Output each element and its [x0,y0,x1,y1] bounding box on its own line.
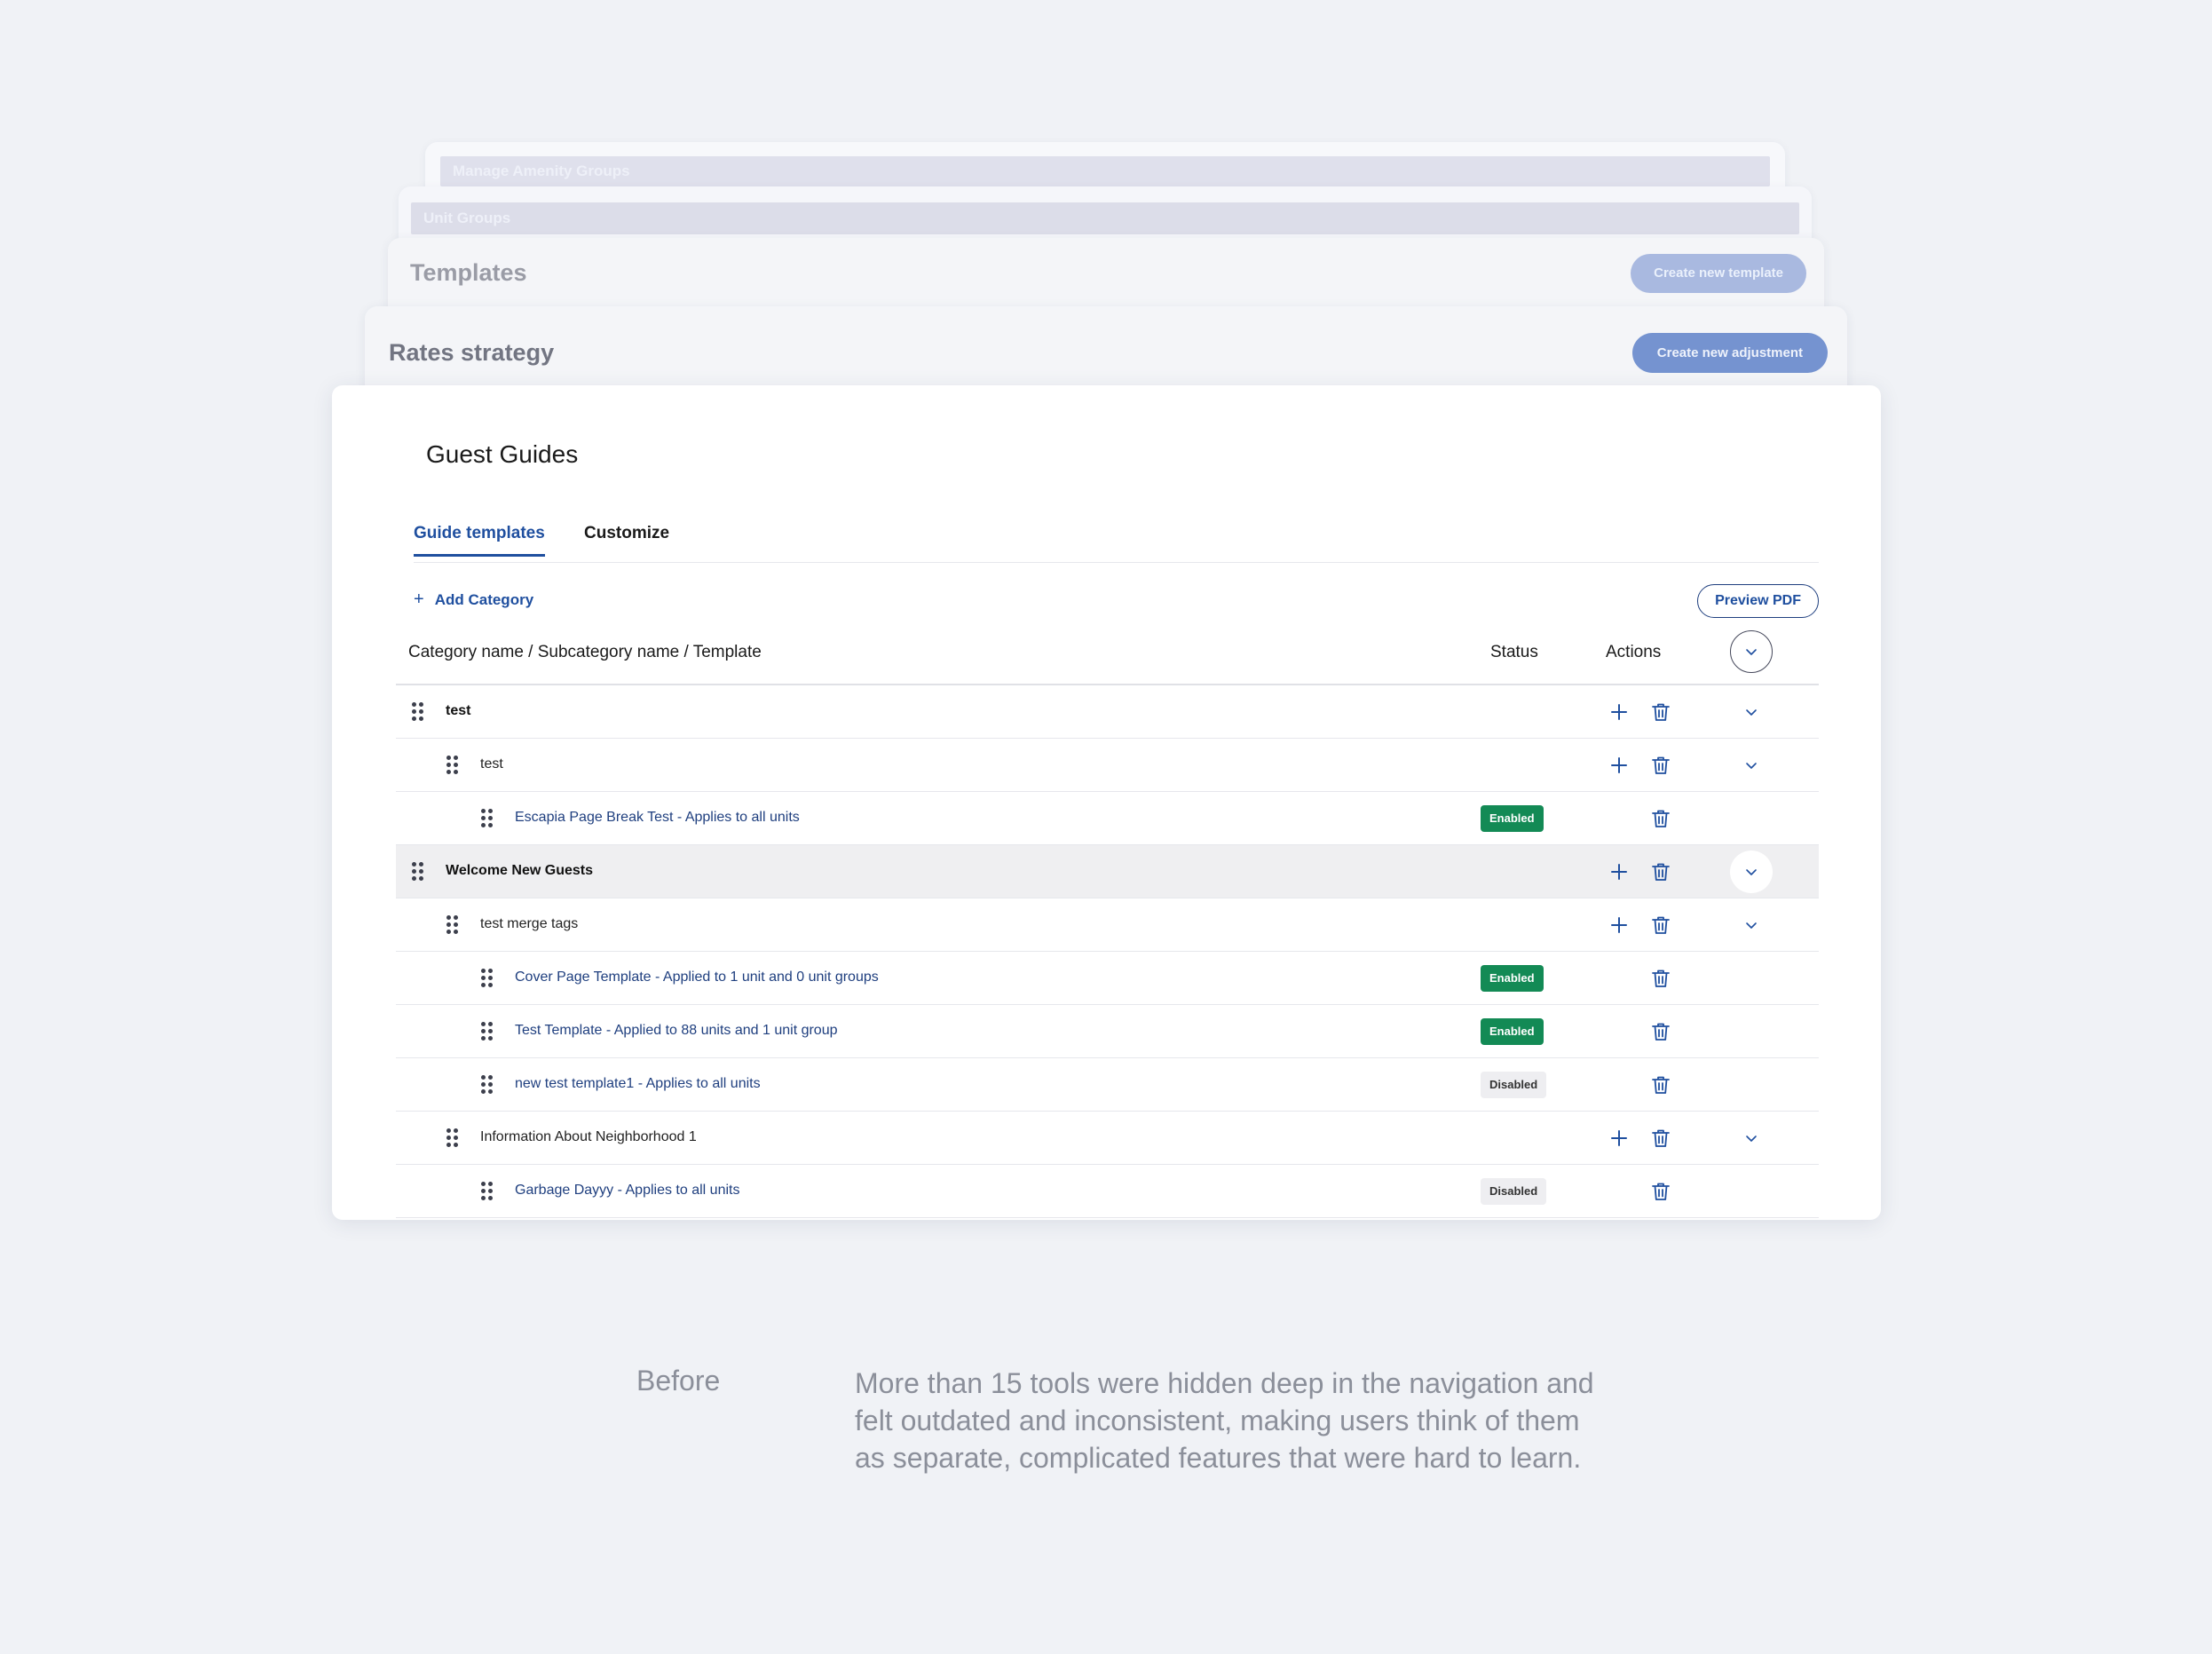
row-label: Information About Neighborhood 1 [480,1129,697,1144]
add-category-button[interactable]: + Add Category [414,590,533,610]
trash-icon[interactable] [1649,967,1672,990]
amenity-groups-title: Manage Amenity Groups [453,162,630,179]
caption-label: Before [636,1365,721,1397]
unit-groups-header: Unit Groups [411,202,1799,234]
subcategory-row[interactable]: test merge tags [396,898,1819,952]
trash-icon[interactable] [1649,700,1672,724]
tab-bar: Guide templates Customize [414,524,1819,563]
row-label: test [480,756,503,772]
template-row[interactable]: Escapia Page Break Test - Applies to all… [396,792,1819,845]
status-badge: Enabled [1481,965,1544,992]
row-label: test [446,703,471,718]
column-name: Category name / Subcategory name / Templ… [408,643,762,661]
preview-pdf-button[interactable]: Preview PDF [1697,584,1819,618]
row-label: test merge tags [480,916,579,931]
chevron-down-icon[interactable] [1742,756,1760,774]
add-icon[interactable] [1608,755,1630,776]
row-label: Welcome New Guests [446,863,593,878]
templates-title: Templates [410,259,527,286]
chevron-down-icon [1742,863,1760,881]
drag-handle-icon[interactable] [481,809,494,828]
drag-handle-icon[interactable] [412,702,424,722]
template-row[interactable]: Test Template - Applied to 88 units and … [396,1005,1819,1058]
table-header: Category name / Subcategory name / Templ… [396,623,1819,685]
plus-icon: + [414,590,424,609]
template-row[interactable]: Garbage Dayyy - Applies to all units Disa… [396,1165,1819,1218]
drag-handle-icon[interactable] [481,1182,494,1201]
drag-handle-icon[interactable] [446,756,459,775]
create-template-button[interactable]: Create new template [1631,254,1806,293]
trash-icon[interactable] [1649,754,1672,777]
unit-groups-title: Unit Groups [423,210,511,226]
row-label[interactable]: Cover Page Template - Applied to 1 unit … [515,969,879,985]
status-badge: Disabled [1481,1178,1547,1205]
trash-icon[interactable] [1649,807,1672,830]
row-label[interactable]: Garbage Dayyy - Applies to all units [515,1183,739,1199]
table-body: test test Escapia Page Break Test - Applie… [396,685,1819,1218]
trash-icon[interactable] [1649,914,1672,937]
row-label[interactable]: new test template1 - Applies to all unit… [515,1076,761,1092]
caption-text: More than 15 tools were hidden deep in t… [855,1367,1594,1474]
template-row[interactable]: Cover Page Template - Applied to 1 unit … [396,952,1819,1005]
drag-handle-icon[interactable] [446,915,459,935]
chevron-down-icon [1746,649,1757,655]
tab-customize[interactable]: Customize [584,524,669,554]
drag-handle-icon[interactable] [481,969,494,988]
guest-guides-card: Guest Guides Guide templates Customize +… [332,385,1881,1220]
chevron-down-icon[interactable] [1742,916,1760,934]
trash-icon[interactable] [1649,1073,1672,1096]
trash-icon[interactable] [1649,1020,1672,1043]
template-row[interactable]: new test template1 - Applies to all unit… [396,1058,1819,1112]
row-label[interactable]: Escapia Page Break Test - Applies to all… [515,810,800,826]
drag-handle-icon[interactable] [412,862,424,882]
row-label[interactable]: Test Template - Applied to 88 units and … [515,1023,838,1039]
page-title: Guest Guides [426,440,579,468]
tab-guide-templates[interactable]: Guide templates [414,524,545,557]
trash-icon[interactable] [1649,1127,1672,1150]
category-row[interactable]: Welcome New Guests [396,845,1819,898]
chevron-down-icon[interactable] [1742,703,1760,721]
trash-icon[interactable] [1649,860,1672,883]
collapse-all-button[interactable] [1730,630,1773,673]
add-icon[interactable] [1608,701,1630,723]
status-badge: Enabled [1481,1018,1544,1045]
status-badge: Disabled [1481,1072,1547,1098]
subcategory-row[interactable]: Information About Neighborhood 1 [396,1112,1819,1165]
drag-handle-icon[interactable] [481,1075,494,1095]
subcategory-row[interactable]: test [396,739,1819,792]
add-icon[interactable] [1608,1128,1630,1149]
drag-handle-icon[interactable] [446,1128,459,1148]
category-row[interactable]: test [396,685,1819,739]
create-adjustment-button[interactable]: Create new adjustment [1631,333,1828,373]
add-icon[interactable] [1608,914,1630,936]
chevron-down-icon[interactable] [1742,1129,1760,1147]
trash-icon[interactable] [1649,1180,1672,1203]
amenity-groups-header: Manage Amenity Groups [440,156,1770,186]
expand-toggle[interactable] [1730,851,1773,893]
drag-handle-icon[interactable] [481,1022,494,1041]
status-badge: Enabled [1481,805,1544,832]
column-actions: Actions [1606,643,1662,661]
column-status: Status [1490,643,1538,661]
add-icon[interactable] [1608,861,1630,882]
add-category-label: Add Category [434,590,534,608]
rates-strategy-title: Rates strategy [389,339,555,366]
